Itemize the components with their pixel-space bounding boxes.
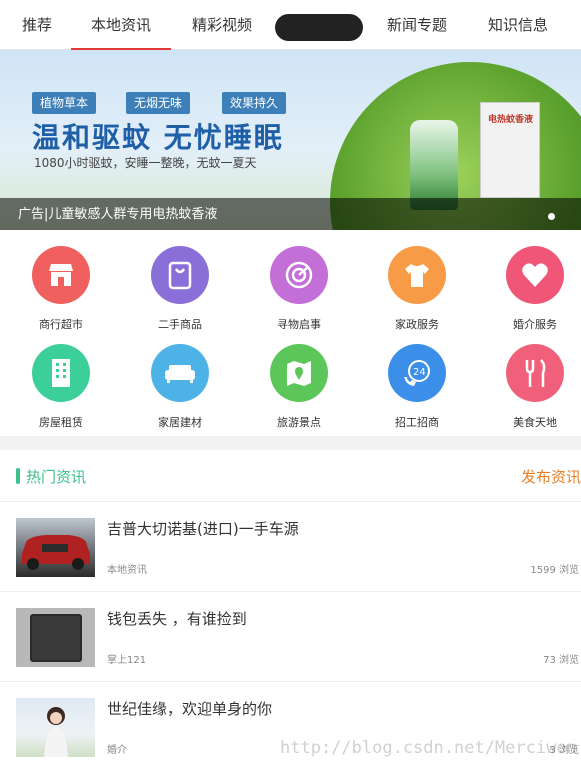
banner-product-bottle <box>410 120 458 210</box>
news-thumbnail <box>16 518 95 577</box>
shop-icon <box>32 246 90 304</box>
tab-news-topics[interactable]: 新闻专题 <box>385 0 449 50</box>
banner-badge: 效果持久 <box>222 92 287 114</box>
bag-icon <box>151 246 209 304</box>
news-source: 掌上121 <box>107 655 147 666</box>
news-view-count: 1599 浏览 <box>530 565 579 576</box>
cutlery-icon <box>506 344 564 402</box>
section-divider <box>0 436 581 450</box>
svg-text:24: 24 <box>413 367 426 378</box>
shirt-icon <box>388 246 446 304</box>
news-thumbnail <box>16 698 95 757</box>
news-title: 吉普大切诺基(进口)一手车源 <box>107 520 299 538</box>
banner-carousel[interactable]: 植物草本 无烟无味 效果持久 温和驱蚊 无忧睡眠 1080小时驱蚊，安睡一整晚，… <box>0 50 581 230</box>
news-source: 本地资讯 <box>107 565 147 576</box>
banner-box-label: 电热蚊香液 <box>488 115 534 125</box>
category-label: 寻物启事 <box>277 318 321 331</box>
target-icon <box>270 246 328 304</box>
sofa-icon <box>151 344 209 402</box>
news-title: 钱包丢失 ，有谁捡到 <box>107 610 247 628</box>
category-shop[interactable]: 商行超市 <box>16 246 106 332</box>
news-source: 婚介 <box>107 745 127 756</box>
news-view-count: 73 浏览 <box>543 655 579 666</box>
tab-knowledge[interactable]: 知识信息 <box>486 0 550 50</box>
category-rental[interactable]: 房屋租赁 <box>16 344 106 430</box>
category-food[interactable]: 美食天地 <box>490 344 580 430</box>
banner-badge: 植物草本 <box>32 92 97 114</box>
news-thumbnail <box>16 608 95 667</box>
category-label: 商行超市 <box>39 318 83 331</box>
banner-caption: 广告|儿童敏感人群专用电热蚊香液 <box>18 207 218 222</box>
top-tab-bar: 推荐 本地资讯 精彩视频 新闻专题 知识信息 <box>0 0 581 50</box>
category-label: 旅游景点 <box>277 416 321 429</box>
tab-videos[interactable]: 精彩视频 <box>190 0 254 50</box>
category-housekeeping[interactable]: 家政服务 <box>372 246 462 332</box>
category-label: 婚介服务 <box>513 318 557 331</box>
category-matchmaking[interactable]: 婚介服务 <box>490 246 580 332</box>
news-item[interactable]: 吉普大切诺基(进口)一手车源 本地资讯 1599 浏览 <box>0 502 581 592</box>
publish-news-link[interactable]: 发布资讯 <box>521 466 581 487</box>
category-travel[interactable]: 旅游景点 <box>254 344 344 430</box>
map-icon <box>270 344 328 402</box>
news-title: 世纪佳缘，欢迎单身的你 <box>107 700 273 718</box>
category-lost-found[interactable]: 寻物启事 <box>254 246 344 332</box>
category-label: 招工招商 <box>395 416 439 429</box>
category-label: 二手商品 <box>158 318 202 331</box>
category-label: 美食天地 <box>513 416 557 429</box>
category-label: 房屋租赁 <box>39 416 83 429</box>
news-item[interactable]: 钱包丢失 ，有谁捡到 掌上121 73 浏览 <box>0 592 581 682</box>
category-second-hand[interactable]: 二手商品 <box>135 246 225 332</box>
category-label: 家居建材 <box>158 416 202 429</box>
phone-24-icon: 24 <box>388 344 446 402</box>
section-accent-bar <box>16 468 20 484</box>
category-label: 家政服务 <box>395 318 439 331</box>
tab-recommend[interactable]: 推荐 <box>20 0 54 50</box>
category-home-materials[interactable]: 家居建材 <box>135 344 225 430</box>
banner-headline: 温和驱蚊 无忧睡眠 <box>32 121 284 154</box>
watermark-text: http://blog.csdn.net/Merciwen <box>280 738 577 758</box>
building-icon <box>32 344 90 402</box>
section-title: 热门资讯 <box>26 468 87 486</box>
banner-badge: 无烟无味 <box>126 92 191 114</box>
tab-redacted[interactable] <box>275 14 363 41</box>
hot-news-header: 热门资讯 发布资讯 <box>0 450 581 502</box>
tab-local-news[interactable]: 本地资讯 <box>71 0 171 50</box>
banner-subline: 1080小时驱蚊，安睡一整晚，无蚊一夏天 <box>34 156 257 170</box>
heart-icon <box>506 246 564 304</box>
category-recruitment[interactable]: 24 招工招商 <box>372 344 462 430</box>
carousel-dot-active[interactable] <box>548 213 555 220</box>
